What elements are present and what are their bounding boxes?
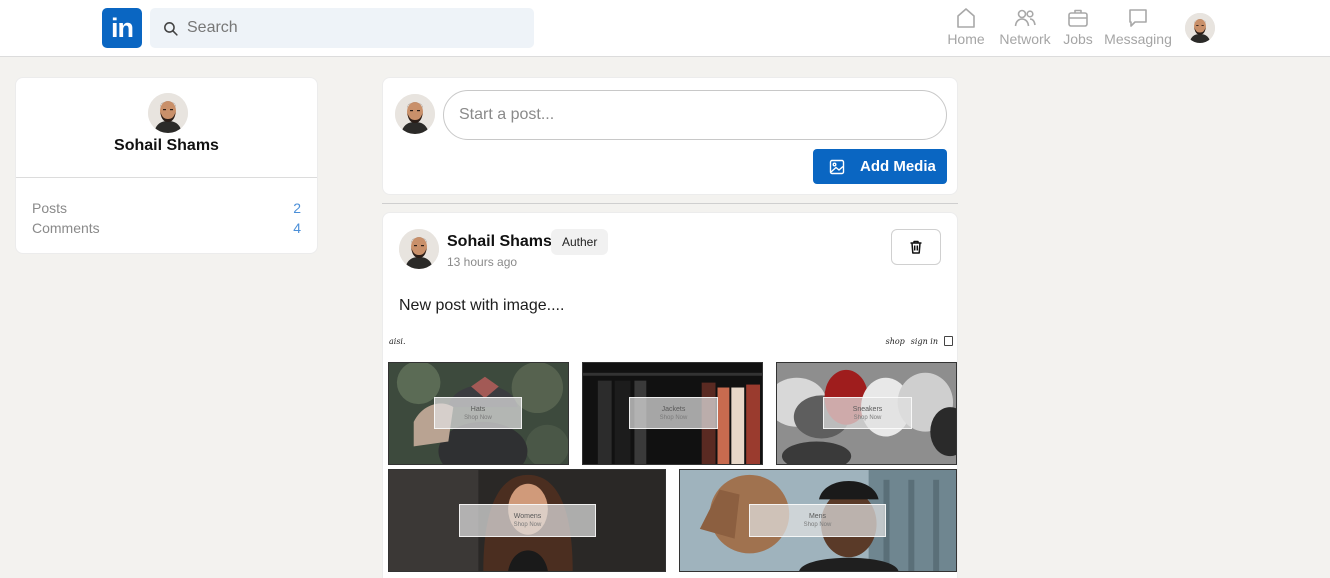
tile-cta-hats: Shop Now bbox=[464, 414, 492, 421]
composer-avatar bbox=[395, 94, 435, 134]
post-composer: Start a post... Add Media bbox=[382, 77, 958, 195]
stat-posts-label: Posts bbox=[32, 200, 68, 216]
tile-label-sneakers[interactable]: Sneakers Shop Now bbox=[823, 397, 912, 429]
nav-network-label: Network bbox=[999, 31, 1051, 47]
network-icon bbox=[1014, 9, 1036, 27]
feed-post: Sohail Shams Auther 13 hours ago New pos… bbox=[382, 212, 958, 578]
tile-cta-womens: Shop Now bbox=[513, 522, 542, 528]
stat-comments-value: 4 bbox=[293, 220, 301, 236]
message-icon bbox=[1129, 9, 1147, 27]
start-post-input[interactable]: Start a post... bbox=[443, 90, 947, 140]
nav-home-label: Home bbox=[947, 31, 985, 47]
delete-post-button[interactable] bbox=[891, 229, 941, 265]
search-bar[interactable] bbox=[150, 8, 534, 48]
image-nav-shop: shop bbox=[885, 336, 905, 346]
stat-posts[interactable]: Posts 2 bbox=[32, 200, 301, 216]
tile-title-hats: Hats bbox=[470, 405, 486, 413]
briefcase-icon bbox=[1068, 9, 1088, 27]
nav-messaging-label: Messaging bbox=[1104, 31, 1172, 47]
tile-title-jackets: Jackets bbox=[661, 405, 686, 413]
post-timestamp: 13 hours ago bbox=[447, 255, 518, 269]
linkedin-logo[interactable]: in bbox=[102, 8, 142, 48]
tile-cta-jackets: Shop Now bbox=[659, 414, 688, 421]
nav-jobs[interactable]: Jobs bbox=[1063, 6, 1093, 47]
profile-header: Sohail Shams bbox=[16, 78, 317, 178]
tile-label-hats[interactable]: Hats Shop Now bbox=[434, 397, 522, 429]
post-author-name[interactable]: Sohail Shams bbox=[447, 233, 552, 251]
profile-avatar[interactable] bbox=[148, 93, 188, 133]
tile-label-jackets[interactable]: Jackets Shop Now bbox=[629, 397, 718, 429]
tile-label-womens[interactable]: Womens Shop Now bbox=[459, 504, 596, 537]
image-icon bbox=[829, 159, 845, 174]
home-icon bbox=[957, 8, 975, 28]
image-nav-signin: sign in bbox=[910, 336, 938, 346]
search-icon bbox=[164, 21, 178, 36]
tile-title-womens: Womens bbox=[513, 513, 542, 520]
category-tile-womens: Womens Shop Now bbox=[388, 469, 666, 572]
top-navbar: in Home Network Jobs Messaging bbox=[0, 0, 1330, 57]
post-image[interactable]: aisi. shop sign in Hats Shop Now Jackets… bbox=[385, 333, 957, 578]
post-author-avatar[interactable] bbox=[399, 229, 439, 269]
stat-comments[interactable]: Comments 4 bbox=[32, 220, 301, 236]
image-brand-text: aisi. bbox=[389, 337, 406, 346]
stat-posts-value: 2 bbox=[293, 200, 301, 216]
search-input[interactable] bbox=[187, 19, 507, 37]
tile-title-mens: Mens bbox=[808, 513, 827, 520]
tile-cta-mens: Shop Now bbox=[803, 522, 832, 528]
category-tile-sneakers: Sneakers Shop Now bbox=[776, 362, 957, 465]
nav-messaging[interactable]: Messaging bbox=[1104, 6, 1172, 47]
nav-home[interactable]: Home bbox=[947, 6, 985, 47]
avatar-image bbox=[1185, 13, 1215, 43]
feed-divider bbox=[382, 203, 958, 204]
nav-network[interactable]: Network bbox=[999, 6, 1051, 47]
shopping-bag-icon bbox=[944, 336, 953, 346]
category-tile-mens: Mens Shop Now bbox=[679, 469, 957, 572]
stat-comments-label: Comments bbox=[32, 220, 100, 236]
tile-cta-sneakers: Shop Now bbox=[853, 414, 882, 421]
trash-icon bbox=[910, 240, 922, 254]
tile-title-sneakers: Sneakers bbox=[852, 405, 883, 413]
nav-jobs-label: Jobs bbox=[1063, 31, 1093, 47]
profile-name[interactable]: Sohail Shams bbox=[16, 137, 317, 155]
category-tile-jackets: Jackets Shop Now bbox=[582, 362, 763, 465]
image-nav: shop sign in bbox=[886, 336, 953, 346]
post-body-text: New post with image.... bbox=[399, 297, 565, 314]
author-badge: Auther bbox=[551, 229, 609, 255]
profile-card: Sohail Shams Posts 2 Comments 4 bbox=[15, 77, 318, 254]
user-avatar-menu[interactable] bbox=[1185, 13, 1215, 43]
add-media-label: Add Media bbox=[860, 158, 936, 175]
tile-label-mens[interactable]: Mens Shop Now bbox=[749, 504, 886, 537]
category-tile-hats: Hats Shop Now bbox=[388, 362, 569, 465]
add-media-button[interactable]: Add Media bbox=[813, 149, 947, 184]
